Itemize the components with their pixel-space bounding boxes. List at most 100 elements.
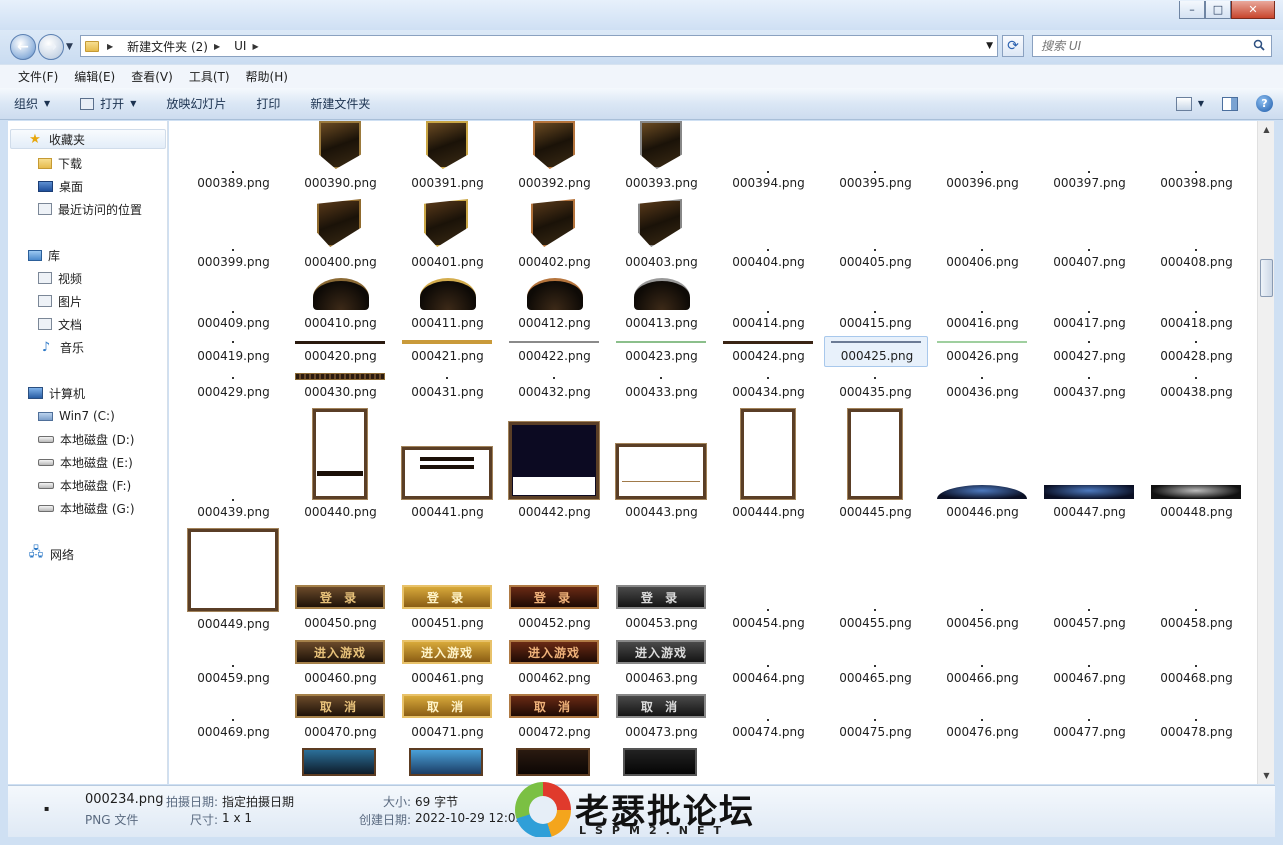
nav-drive-d[interactable]: 本地磁盘 (D:) [38, 429, 134, 449]
new-folder-button[interactable]: 新建文件夹 [310, 95, 370, 112]
file-item[interactable]: 000405.png [822, 197, 929, 269]
address-dropdown[interactable]: ▼ [986, 41, 993, 51]
file-item[interactable]: 000408.png [1143, 197, 1250, 269]
file-item[interactable]: 000474.png [715, 691, 822, 741]
menu-edit[interactable]: 编辑(E) [66, 68, 123, 85]
file-item[interactable]: 000442.png [501, 407, 608, 525]
forward-button[interactable]: → [38, 34, 64, 60]
file-item[interactable]: 000430.png [287, 371, 394, 405]
file-item[interactable]: 000404.png [715, 197, 822, 269]
nav-libraries[interactable]: 库 [28, 245, 60, 265]
file-item[interactable]: 000449.png [180, 527, 287, 633]
file-item[interactable]: 000457.png [1036, 583, 1143, 631]
file-item[interactable]: 000406.png [929, 197, 1036, 269]
file-item[interactable]: 进入游戏 000463.png [608, 637, 715, 687]
nav-music[interactable]: ♪ 音乐 [38, 337, 84, 357]
nav-favorites[interactable]: ★ 收藏夹 [10, 129, 166, 149]
file-item[interactable]: 000418.png [1143, 275, 1250, 331]
file-item[interactable]: 000420.png [287, 337, 394, 367]
file-item[interactable]: 000469.png [180, 691, 287, 741]
file-item[interactable]: 000458.png [1143, 583, 1250, 631]
file-item[interactable]: 000454.png [715, 583, 822, 631]
file-item[interactable]: 000389.png [180, 121, 287, 191]
menu-tools[interactable]: 工具(T) [181, 68, 238, 85]
file-item[interactable]: 000435.png [822, 371, 929, 405]
file-item[interactable]: 000403.png [608, 197, 715, 269]
partial-thumbnail[interactable] [516, 748, 590, 776]
file-item[interactable]: 000417.png [1036, 275, 1143, 331]
file-item[interactable]: 000467.png [1036, 637, 1143, 687]
close-button[interactable]: ✕ [1231, 1, 1275, 19]
file-item[interactable]: 登 录 000452.png [501, 583, 608, 631]
file-item[interactable]: 000395.png [822, 121, 929, 191]
file-item[interactable]: 000428.png [1143, 337, 1250, 367]
file-item[interactable]: 登 录 000450.png [287, 583, 394, 631]
vertical-scrollbar[interactable]: ▲ ▼ [1257, 121, 1274, 784]
file-item[interactable]: 000429.png [180, 371, 287, 405]
nav-pictures[interactable]: 图片 [38, 291, 82, 311]
file-item[interactable]: 000445.png [822, 407, 929, 525]
details-date-taken-value[interactable]: 指定拍摄日期 [222, 793, 294, 810]
nav-drive-c[interactable]: Win7 (C:) [38, 406, 115, 426]
file-item[interactable]: 000448.png [1143, 407, 1250, 525]
file-item[interactable]: 000436.png [929, 371, 1036, 405]
partial-thumbnail[interactable] [409, 748, 483, 776]
file-item[interactable]: 000465.png [822, 637, 929, 687]
file-item[interactable]: 000415.png [822, 275, 929, 331]
file-item[interactable]: 000394.png [715, 121, 822, 191]
file-item[interactable]: 000440.png [287, 407, 394, 525]
address-bar[interactable]: ▶ 新建文件夹 (2) ▶ UI ▶ ▼ [80, 35, 998, 57]
file-item[interactable]: 取 消 000470.png [287, 691, 394, 741]
file-item[interactable]: 000421.png [394, 337, 501, 367]
file-item[interactable]: 000414.png [715, 275, 822, 331]
file-item[interactable]: 000433.png [608, 371, 715, 405]
file-item[interactable]: 000478.png [1143, 691, 1250, 741]
nav-recent[interactable]: 最近访问的位置 [38, 199, 142, 219]
file-item[interactable]: 000475.png [822, 691, 929, 741]
nav-drive-f[interactable]: 本地磁盘 (F:) [38, 475, 131, 495]
change-view-icon[interactable] [1175, 96, 1192, 111]
file-item[interactable]: 000396.png [929, 121, 1036, 191]
file-item[interactable]: 000399.png [180, 197, 287, 269]
file-item[interactable]: 000402.png [501, 197, 608, 269]
file-item[interactable]: 000477.png [1036, 691, 1143, 741]
menu-help[interactable]: 帮助(H) [238, 68, 296, 85]
file-item[interactable]: 000427.png [1036, 337, 1143, 367]
search-icon[interactable] [1253, 39, 1265, 51]
menu-file[interactable]: 文件(F) [10, 68, 66, 85]
file-item[interactable]: 000456.png [929, 583, 1036, 631]
nav-downloads[interactable]: 下载 [38, 153, 82, 173]
preview-pane-icon[interactable] [1222, 96, 1238, 111]
nav-documents[interactable]: 文档 [38, 314, 82, 334]
file-item[interactable]: 000455.png [822, 583, 929, 631]
file-item[interactable]: 000431.png [394, 371, 501, 405]
file-item[interactable]: 000411.png [394, 275, 501, 331]
file-item[interactable]: 000476.png [929, 691, 1036, 741]
scroll-up-button[interactable]: ▲ [1258, 121, 1275, 138]
file-item[interactable]: 000441.png [394, 407, 501, 525]
file-item[interactable]: 登 录 000453.png [608, 583, 715, 631]
help-icon[interactable]: ? [1256, 95, 1273, 112]
open-button[interactable]: 打开 ▼ [80, 95, 136, 112]
file-item[interactable]: 000398.png [1143, 121, 1250, 191]
file-item[interactable]: 000434.png [715, 371, 822, 405]
file-item[interactable]: 000407.png [1036, 197, 1143, 269]
file-item[interactable]: 000438.png [1143, 371, 1250, 405]
scroll-thumb[interactable] [1260, 259, 1273, 297]
file-item[interactable]: 000422.png [501, 337, 608, 367]
scroll-down-button[interactable]: ▼ [1258, 767, 1275, 784]
file-item[interactable]: 000412.png [501, 275, 608, 331]
file-item[interactable]: 000413.png [608, 275, 715, 331]
file-item[interactable]: 000392.png [501, 121, 608, 191]
file-item[interactable]: 000400.png [287, 197, 394, 269]
nav-drive-e[interactable]: 本地磁盘 (E:) [38, 452, 133, 472]
view-dropdown[interactable]: ▼ [1198, 99, 1204, 108]
nav-computer[interactable]: 计算机 [28, 383, 85, 403]
breadcrumb-sep[interactable]: ▶ [252, 42, 266, 51]
file-item[interactable]: 000393.png [608, 121, 715, 191]
file-item[interactable]: 000424.png [715, 337, 822, 367]
breadcrumb-item[interactable]: UI [234, 39, 246, 53]
file-item[interactable]: 000443.png [608, 407, 715, 525]
breadcrumb-item[interactable]: 新建文件夹 (2) [127, 38, 208, 55]
recent-pages-dropdown[interactable]: ▼ [66, 42, 73, 52]
